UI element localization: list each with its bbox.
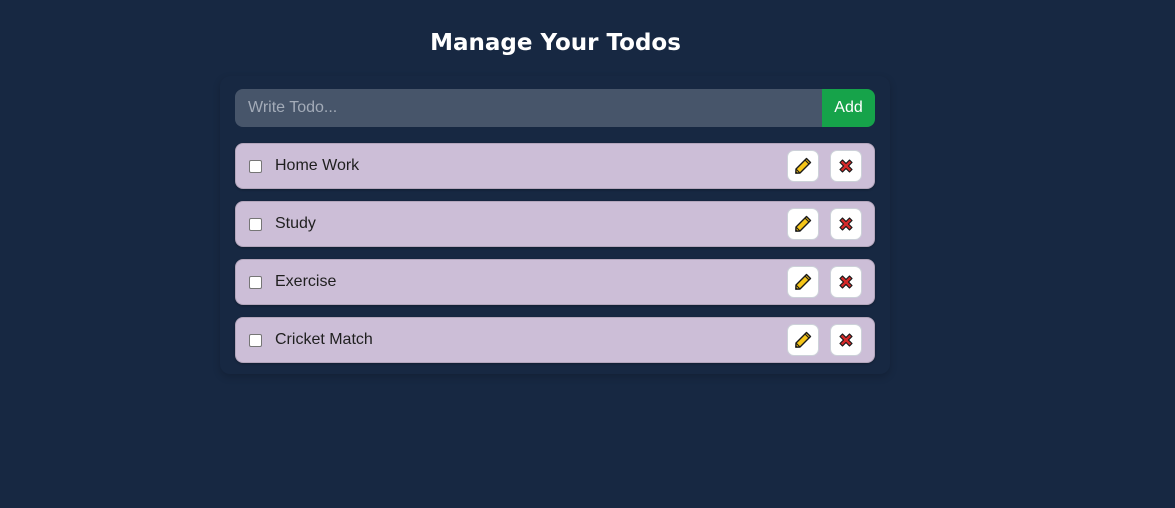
pencil-icon xyxy=(795,331,812,348)
edit-button[interactable] xyxy=(787,266,819,298)
todo-form: Add xyxy=(235,89,875,127)
add-button[interactable]: Add xyxy=(822,89,875,127)
todo-checkbox[interactable] xyxy=(249,217,262,231)
todo-item: Home Work xyxy=(235,143,875,189)
todo-input[interactable] xyxy=(235,89,822,127)
edit-button[interactable] xyxy=(787,208,819,240)
cross-mark-icon xyxy=(839,159,853,173)
todo-checkbox[interactable] xyxy=(249,159,262,173)
todo-item: Cricket Match xyxy=(235,317,875,363)
todo-item: Study xyxy=(235,201,875,247)
delete-button[interactable] xyxy=(830,266,862,298)
todo-checkbox[interactable] xyxy=(249,333,262,347)
delete-button[interactable] xyxy=(830,324,862,356)
pencil-icon xyxy=(795,273,812,290)
pencil-icon xyxy=(795,157,812,174)
todo-text: Cricket Match xyxy=(275,331,373,348)
page-title: Manage Your Todos xyxy=(430,30,681,56)
todo-list: Home Work Study Exercise Cricket Match xyxy=(235,143,875,375)
todo-item: Exercise xyxy=(235,259,875,305)
edit-button[interactable] xyxy=(787,324,819,356)
delete-button[interactable] xyxy=(830,150,862,182)
delete-button[interactable] xyxy=(830,208,862,240)
todo-text: Exercise xyxy=(275,273,337,290)
todo-checkbox[interactable] xyxy=(249,275,262,289)
cross-mark-icon xyxy=(839,217,853,231)
cross-mark-icon xyxy=(839,275,853,289)
edit-button[interactable] xyxy=(787,150,819,182)
pencil-icon xyxy=(795,215,812,232)
todo-text: Home Work xyxy=(275,157,360,174)
todo-text: Study xyxy=(275,215,316,232)
cross-mark-icon xyxy=(839,333,853,347)
